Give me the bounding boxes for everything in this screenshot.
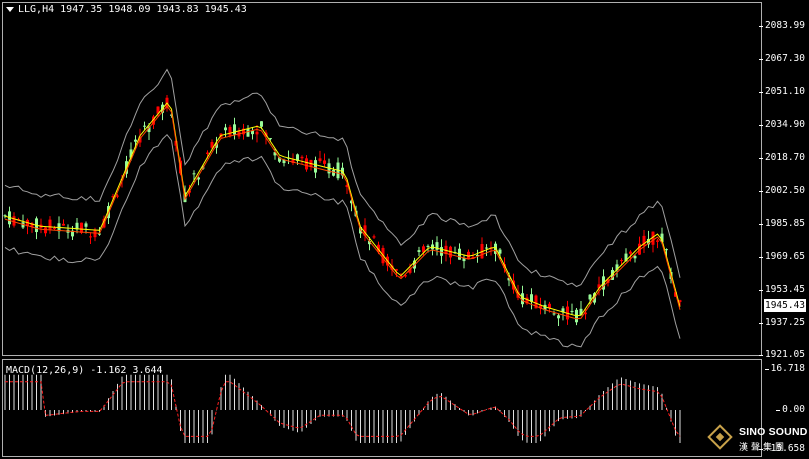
candle-body xyxy=(305,158,308,170)
candle-body xyxy=(89,236,92,238)
candle-body xyxy=(192,173,196,175)
candle-body xyxy=(84,223,88,227)
candle-body xyxy=(12,216,16,226)
sino-sound-logo: SINO SOUND 漢聲集團 xyxy=(707,424,809,459)
price-tick: 1921.05 xyxy=(758,349,805,360)
price-axis: 2083.99 2067.30 2051.10 2034.90 2018.70 … xyxy=(758,0,809,459)
candle-body xyxy=(426,245,430,247)
price-tick: 2018.70 xyxy=(758,152,805,163)
candle-body xyxy=(143,125,146,127)
ohlc-label: 1947.35 1948.09 1943.83 1945.43 xyxy=(60,4,247,15)
price-tick: 2034.90 xyxy=(758,119,805,130)
macd-header: MACD(12,26,9) -1.162 3.644 xyxy=(6,365,163,376)
price-tick: 2002.50 xyxy=(758,185,805,196)
candle-body xyxy=(629,251,632,254)
candle-body xyxy=(570,310,574,312)
menu-triangle-icon[interactable] xyxy=(6,6,14,12)
candle-body xyxy=(552,313,556,315)
candle-body xyxy=(372,236,376,238)
macd-tick: 16.718 xyxy=(764,363,805,374)
candle-body xyxy=(80,222,83,233)
candle-body xyxy=(440,247,443,256)
candle-body xyxy=(53,228,56,230)
candle-body xyxy=(48,219,52,230)
candle-body xyxy=(633,255,637,259)
chart-canvas[interactable] xyxy=(0,0,809,459)
candle-body xyxy=(255,131,259,135)
price-tick: 2067.30 xyxy=(758,53,805,64)
price-tick: 1953.45 xyxy=(758,284,805,295)
logo-mark-icon xyxy=(707,424,733,450)
price-tick: 2051.10 xyxy=(758,86,805,97)
candle-body xyxy=(233,124,236,135)
candle-body xyxy=(665,249,668,251)
candle-body xyxy=(206,152,209,154)
logo-text: SINO SOUND xyxy=(739,426,808,438)
macd-label: MACD(12,26,9) -1.162 3.644 xyxy=(6,365,163,376)
candle-body xyxy=(93,230,97,238)
price-tick: 1937.25 xyxy=(758,317,805,328)
candle-body xyxy=(318,158,322,162)
candle-body xyxy=(314,160,317,173)
price-tick: 1969.65 xyxy=(758,251,805,262)
chart-header: LLG,H4 1947.35 1948.09 1943.83 1945.43 xyxy=(6,4,247,15)
price-tick: 2083.99 xyxy=(758,20,805,31)
macd-tick: 0.00 xyxy=(776,404,805,415)
candle-body xyxy=(116,195,119,197)
symbol-label: LLG,H4 xyxy=(18,4,55,15)
candle-body xyxy=(417,250,421,252)
candle-body xyxy=(44,227,47,234)
candle-body xyxy=(557,315,560,319)
candle-body xyxy=(323,160,326,164)
candle-body xyxy=(246,128,250,137)
macd-signal-line xyxy=(5,381,681,437)
candle-body xyxy=(656,240,659,242)
candle-body xyxy=(224,127,227,131)
current-price-tag: 1945.43 xyxy=(764,299,806,312)
candle-body xyxy=(300,156,304,159)
candle-body xyxy=(498,249,502,254)
candle-body xyxy=(269,138,272,140)
candle-body xyxy=(134,139,137,142)
candle-body xyxy=(588,294,592,300)
moving-average-fast-line xyxy=(4,102,681,317)
candle-body xyxy=(467,251,470,259)
candle-body xyxy=(521,293,524,305)
logo-cjk-text: 漢聲集團 xyxy=(739,443,788,453)
candle-body xyxy=(228,126,232,136)
candle-body xyxy=(620,260,623,262)
candle-body xyxy=(62,223,65,226)
candle-body xyxy=(485,247,488,249)
price-tick: 1985.85 xyxy=(758,218,805,229)
candle-body xyxy=(260,121,263,127)
